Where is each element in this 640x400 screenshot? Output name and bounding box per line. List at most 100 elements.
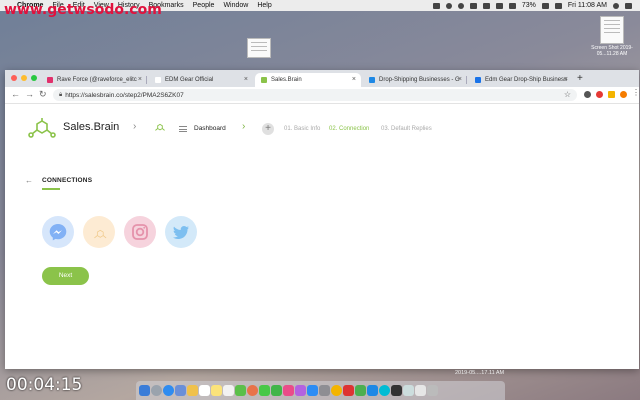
contacts-icon[interactable] bbox=[187, 385, 198, 396]
desktop-file-thumbnail[interactable] bbox=[247, 38, 271, 58]
close-window-button[interactable] bbox=[11, 75, 17, 81]
app-green-icon[interactable] bbox=[355, 385, 366, 396]
close-tab-icon[interactable]: × bbox=[458, 76, 462, 83]
minimize-window-button[interactable] bbox=[21, 75, 27, 81]
tab-title: Drop-Shipping Businesses - G bbox=[379, 77, 460, 83]
notification-center-icon[interactable] bbox=[625, 2, 632, 9]
menubar-clock[interactable]: Fri 11:08 AM bbox=[568, 2, 607, 9]
step-basic-info[interactable]: 01. Basic Info bbox=[284, 126, 320, 132]
ibooks-icon[interactable] bbox=[295, 385, 306, 396]
preview-icon[interactable] bbox=[403, 385, 414, 396]
docs-favicon-icon bbox=[475, 77, 481, 83]
bookmark-star-icon[interactable]: ☆ bbox=[564, 90, 571, 99]
safari-icon[interactable] bbox=[163, 385, 174, 396]
menu-help[interactable]: Help bbox=[257, 2, 271, 9]
new-tab-button[interactable]: + bbox=[577, 73, 583, 84]
system-preferences-icon[interactable] bbox=[319, 385, 330, 396]
app-red-icon[interactable] bbox=[343, 385, 354, 396]
instagram-icon[interactable] bbox=[124, 216, 156, 248]
chrome-dock-icon[interactable] bbox=[331, 385, 342, 396]
airplay-icon[interactable] bbox=[432, 2, 440, 9]
photos-icon[interactable] bbox=[247, 385, 258, 396]
desktop-file-label: Screen Shot 2019-05...11.28 AM bbox=[591, 45, 633, 57]
notes-icon[interactable] bbox=[211, 385, 222, 396]
tab-edm-gear-drop-ship[interactable]: Edm Gear Drop-Ship Business × bbox=[469, 73, 573, 87]
menu-window[interactable]: Window bbox=[223, 2, 248, 9]
back-arrow-icon[interactable]: ← bbox=[25, 176, 33, 185]
tab-sales-brain[interactable]: Sales.Brain × bbox=[255, 73, 361, 87]
mail-icon[interactable] bbox=[175, 385, 186, 396]
calendar-icon[interactable] bbox=[199, 385, 210, 396]
wifi-icon[interactable] bbox=[495, 2, 503, 9]
tab-separator bbox=[466, 76, 467, 84]
heading-underline bbox=[42, 188, 60, 190]
flag-icon[interactable] bbox=[554, 2, 562, 9]
salesbrain-small-logo-icon bbox=[155, 123, 165, 131]
mac-dock bbox=[136, 381, 505, 400]
tab-separator bbox=[146, 76, 147, 84]
maps-icon[interactable] bbox=[235, 385, 246, 396]
desktop-screenshot-icon[interactable] bbox=[600, 16, 624, 44]
add-step-icon[interactable]: + bbox=[262, 123, 274, 135]
step-default-replies[interactable]: 03. Default Replies bbox=[381, 126, 432, 132]
close-tab-icon[interactable]: × bbox=[564, 76, 568, 83]
trash-icon[interactable] bbox=[427, 385, 438, 396]
extension-red-icon[interactable] bbox=[596, 91, 603, 98]
back-arrow-icon[interactable]: ← bbox=[11, 89, 20, 99]
terminal-icon[interactable] bbox=[391, 385, 402, 396]
finder-icon[interactable] bbox=[139, 385, 150, 396]
next-button[interactable]: Next bbox=[42, 267, 89, 285]
bluetooth-icon[interactable] bbox=[482, 2, 490, 9]
menu-people[interactable]: People bbox=[193, 2, 215, 9]
app-cyan-icon[interactable] bbox=[379, 385, 390, 396]
messages-icon[interactable] bbox=[259, 385, 270, 396]
battery-percent[interactable]: 73% bbox=[522, 2, 536, 9]
sync-icon[interactable] bbox=[457, 2, 464, 9]
address-bar[interactable]: 🔒︎ https://salesbrain.co/step2/PMA2S6ZK0… bbox=[53, 89, 577, 101]
salesbrain-logo-icon[interactable] bbox=[27, 118, 57, 142]
app-store-icon[interactable] bbox=[307, 385, 318, 396]
launchpad-icon[interactable] bbox=[151, 385, 162, 396]
salesbrain-connect-icon[interactable] bbox=[83, 216, 115, 248]
chevron-right-icon: › bbox=[133, 121, 137, 132]
mute-icon[interactable] bbox=[469, 2, 477, 9]
battery-icon[interactable] bbox=[541, 2, 549, 9]
status-circle-icon[interactable] bbox=[445, 2, 452, 9]
tab-title: Rave Force (@raveforce_elitc bbox=[57, 77, 137, 83]
tab-strip: Rave Force (@raveforce_elitc × EDM Gear … bbox=[5, 70, 639, 87]
tab-title: Edm Gear Drop-Ship Business bbox=[485, 77, 568, 83]
reload-icon[interactable]: ↻ bbox=[39, 89, 47, 100]
close-tab-icon[interactable]: × bbox=[352, 76, 356, 83]
tab-drop-shipping[interactable]: Drop-Shipping Businesses - G × bbox=[363, 73, 467, 87]
zoom-window-button[interactable] bbox=[31, 75, 37, 81]
instagram-favicon-icon bbox=[47, 77, 53, 83]
spotlight-icon[interactable] bbox=[613, 2, 619, 9]
messenger-icon[interactable] bbox=[42, 216, 74, 248]
watermark-text: www.getwsodo.com bbox=[4, 2, 162, 18]
close-tab-icon[interactable]: × bbox=[138, 76, 142, 83]
itunes-icon[interactable] bbox=[283, 385, 294, 396]
dashboard-link[interactable]: Dashboard bbox=[194, 125, 226, 132]
chevron-right-green-icon: › bbox=[242, 121, 246, 132]
brand-name[interactable]: Sales.Brain bbox=[63, 121, 119, 133]
extension-shield-icon[interactable] bbox=[584, 91, 591, 98]
tab-title: Sales.Brain bbox=[271, 77, 302, 83]
forward-arrow-icon[interactable]: → bbox=[25, 89, 34, 99]
reminders-icon[interactable] bbox=[223, 385, 234, 396]
menu-lines-icon bbox=[179, 126, 187, 134]
recording-timer: 00:04:15 bbox=[6, 375, 83, 395]
documents-folder-icon[interactable] bbox=[415, 385, 426, 396]
chrome-menu-icon[interactable]: ⋮ bbox=[632, 88, 640, 97]
app-blue-icon[interactable] bbox=[367, 385, 378, 396]
chrome-window: Rave Force (@raveforce_elitc × EDM Gear … bbox=[5, 70, 640, 369]
close-tab-icon[interactable]: × bbox=[244, 76, 248, 83]
tab-rave-force[interactable]: Rave Force (@raveforce_elitc × bbox=[41, 73, 147, 87]
volume-icon[interactable] bbox=[508, 2, 516, 9]
extension-yellow-icon[interactable] bbox=[608, 91, 615, 98]
facetime-icon[interactable] bbox=[271, 385, 282, 396]
twitter-icon[interactable] bbox=[165, 216, 197, 248]
tab-edm-gear-official[interactable]: EDM Gear Official × bbox=[149, 73, 253, 87]
step-connection[interactable]: 02. Connection bbox=[329, 126, 369, 132]
profile-avatar-icon[interactable] bbox=[620, 91, 627, 98]
url-text: https://salesbrain.co/step2/PMA2S6ZK07 bbox=[65, 91, 184, 99]
